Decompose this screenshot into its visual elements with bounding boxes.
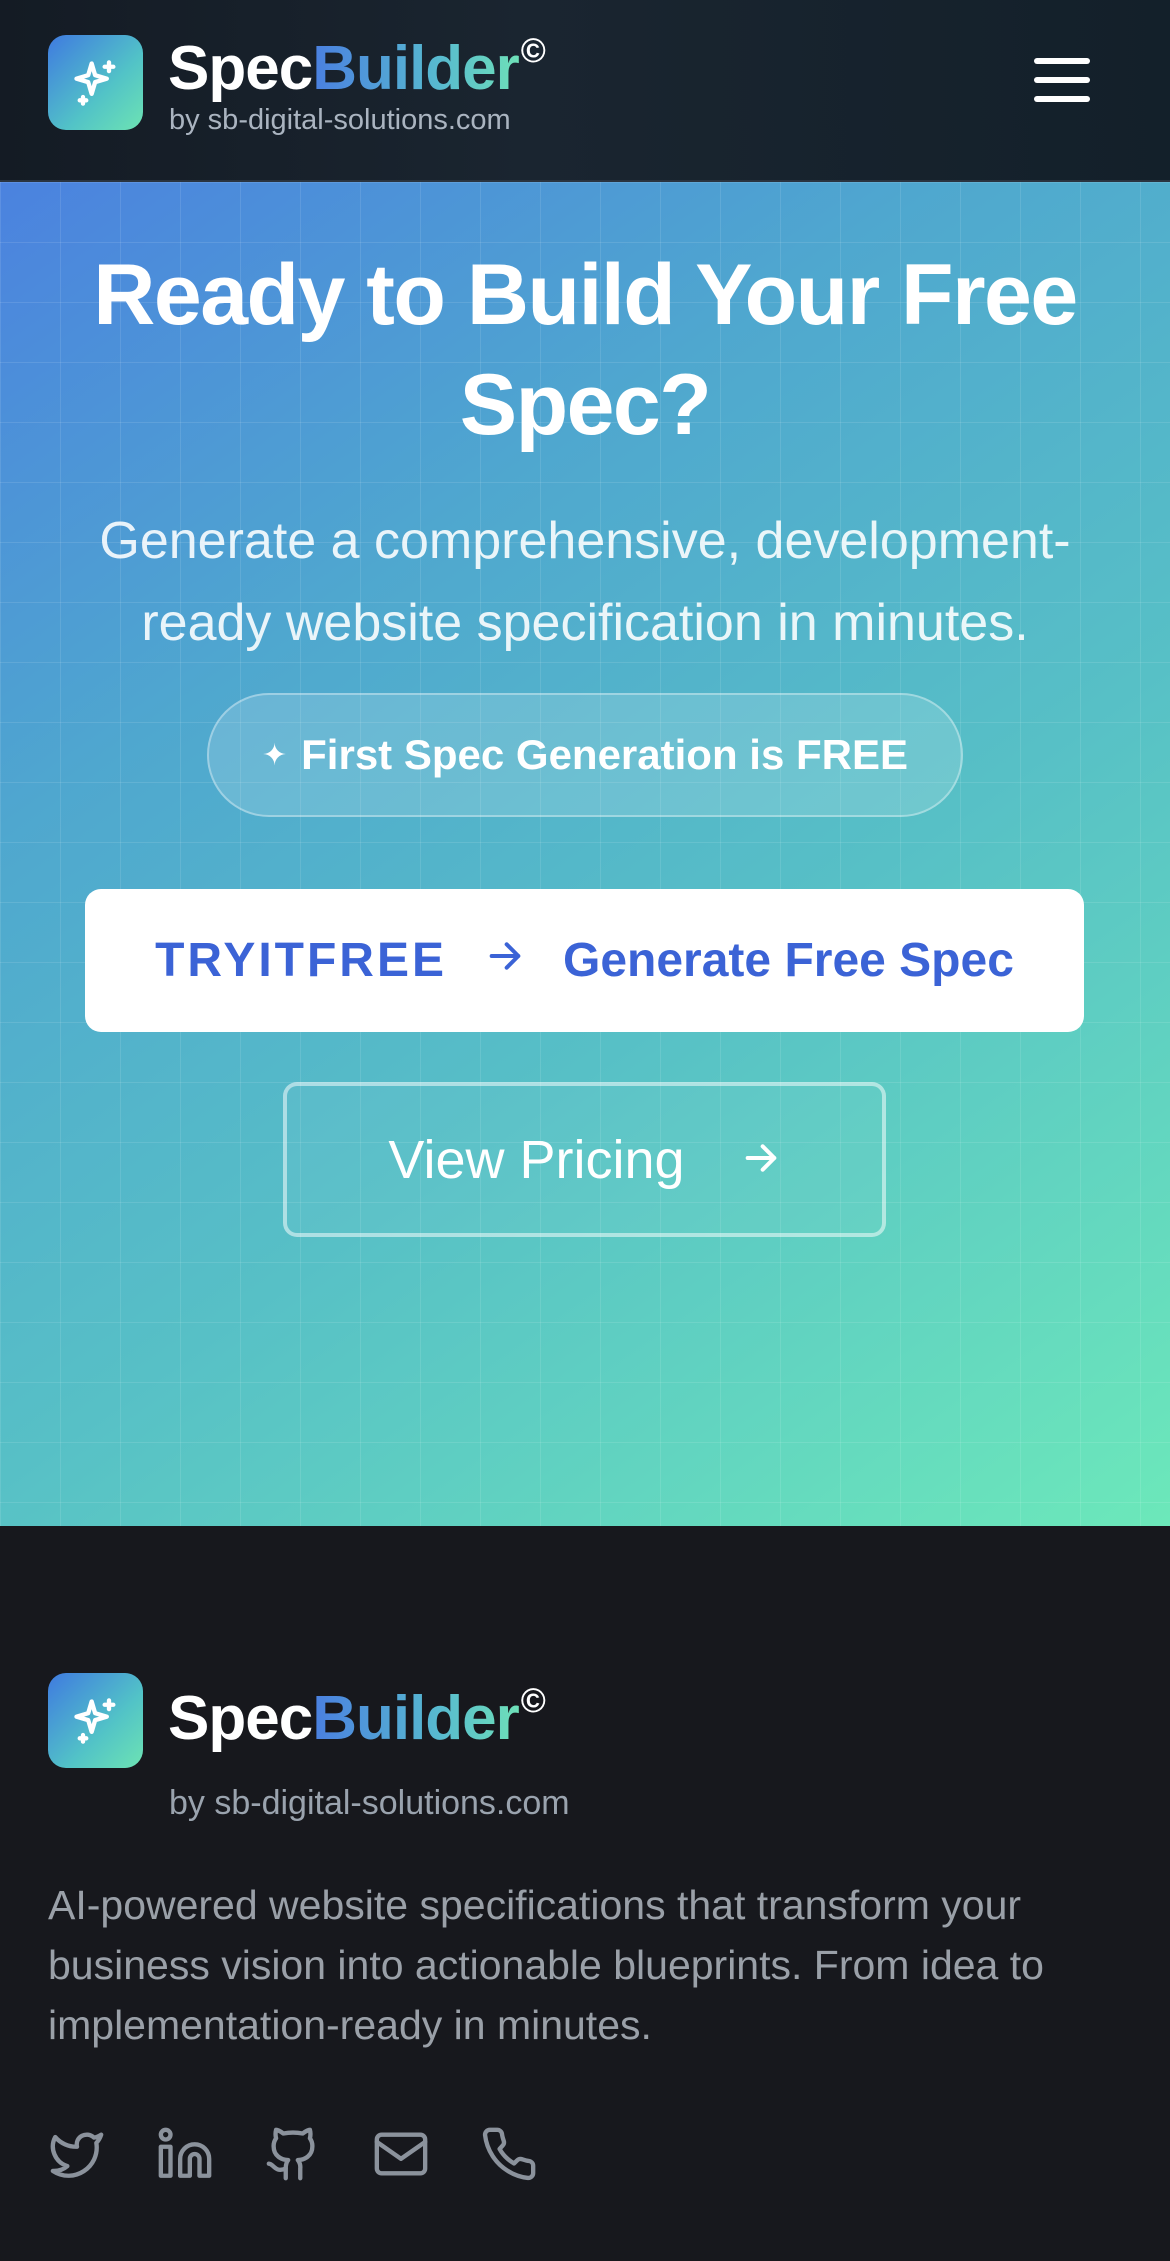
brand-byline: by sb-digital-solutions.com bbox=[169, 104, 511, 136]
github-icon bbox=[266, 2127, 315, 2181]
sparkles-icon bbox=[73, 59, 115, 106]
view-pricing-label: View Pricing bbox=[388, 1129, 685, 1190]
social-links bbox=[48, 2124, 538, 2184]
phone-icon bbox=[482, 2127, 536, 2181]
brand-mark: © bbox=[520, 32, 546, 70]
brand-builder: Builder bbox=[312, 1684, 520, 1753]
generate-free-spec-button[interactable]: TRYITFREE Generate Free Spec bbox=[85, 889, 1084, 1032]
sparkle-icon: ✦ bbox=[262, 738, 288, 772]
mail-icon bbox=[374, 2132, 428, 2176]
linkedin-link[interactable] bbox=[156, 2124, 214, 2184]
brand-spec: Spec bbox=[168, 34, 313, 103]
footer-byline: by sb-digital-solutions.com bbox=[169, 1784, 570, 1822]
github-link[interactable] bbox=[264, 2124, 322, 2184]
promo-code: TRYITFREE bbox=[155, 934, 447, 987]
linkedin-icon bbox=[158, 2127, 212, 2178]
cta-hero-section: Ready to Build Your Free Spec? Generate … bbox=[0, 182, 1170, 1526]
phone-link[interactable] bbox=[480, 2124, 538, 2184]
logo-badge[interactable] bbox=[48, 35, 143, 130]
footer-description: AI-powered website specifications that t… bbox=[48, 1882, 1044, 2048]
free-badge-text: First Spec Generation is FREE bbox=[301, 731, 908, 778]
hamburger-menu-icon bbox=[1034, 58, 1090, 64]
twitter-link[interactable] bbox=[48, 2124, 106, 2184]
generate-free-spec-label: Generate Free Spec bbox=[563, 934, 1014, 987]
menu-button[interactable] bbox=[1030, 58, 1094, 108]
twitter-icon bbox=[50, 2132, 104, 2178]
arrow-right-icon bbox=[741, 1129, 781, 1191]
footer-logo-badge[interactable] bbox=[48, 1673, 143, 1768]
brand-spec: Spec bbox=[168, 1684, 313, 1753]
site-header: SpecBuilder© by sb-digital-solutions.com bbox=[0, 0, 1170, 182]
arrow-right-icon bbox=[485, 933, 525, 988]
brand-wordmark[interactable]: SpecBuilder© bbox=[168, 34, 546, 100]
footer-brand-wordmark[interactable]: SpecBuilder© bbox=[168, 1684, 546, 1750]
hero-title: Ready to Build Your Free Spec? bbox=[93, 247, 1078, 453]
hero-subtitle: Generate a comprehensive, development-re… bbox=[99, 512, 1071, 652]
brand-builder: Builder bbox=[312, 34, 520, 103]
view-pricing-button[interactable]: View Pricing bbox=[283, 1082, 886, 1237]
free-badge: ✦ First Spec Generation is FREE bbox=[207, 693, 963, 817]
email-link[interactable] bbox=[372, 2124, 430, 2184]
brand-mark: © bbox=[520, 1682, 546, 1720]
sparkles-icon bbox=[73, 1697, 115, 1744]
